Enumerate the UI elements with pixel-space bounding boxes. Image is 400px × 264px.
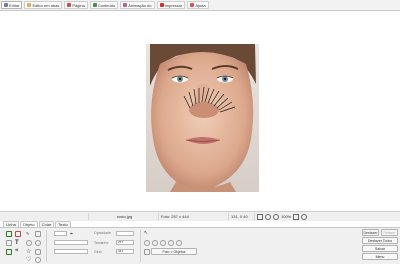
printer-icon xyxy=(159,3,164,7)
photo-to-object-button[interactable]: Foto > Objetos xyxy=(151,248,197,255)
zoom-out-icon[interactable] xyxy=(265,213,271,220)
size-value: 257 xyxy=(118,240,124,244)
octagon-shape-icon[interactable] xyxy=(35,257,41,263)
line-tool-icon[interactable] xyxy=(6,240,12,246)
tab-impressor[interactable]: Impressor xyxy=(156,1,186,9)
undo-button[interactable]: Desfazer xyxy=(362,229,379,236)
edit-icon xyxy=(4,3,8,7)
arrow-tool-icon[interactable] xyxy=(6,249,12,255)
color-picker[interactable] xyxy=(54,231,67,236)
flip-h-icon[interactable] xyxy=(160,240,166,246)
help-icon xyxy=(190,3,195,7)
tab-conteudo[interactable]: Conteúdo xyxy=(89,1,119,9)
tab-label: Impressor xyxy=(164,2,183,8)
heart-shape-icon[interactable]: ♡ xyxy=(26,257,32,263)
zoom-page-icon[interactable] xyxy=(301,213,308,220)
rotate-right-icon[interactable] xyxy=(152,240,158,246)
eyedropper-icon[interactable]: ✒ xyxy=(70,231,76,237)
zoom-controls: 100% xyxy=(254,213,328,220)
zoom-fit-icon[interactable] xyxy=(257,213,263,220)
rotation-input[interactable]: 444 xyxy=(116,249,134,254)
rotation-value: 444 xyxy=(118,249,124,253)
rotate-left-icon[interactable] xyxy=(144,240,150,246)
rectangle-tool-icon[interactable] xyxy=(6,231,12,237)
zoom-in-icon[interactable] xyxy=(273,213,279,220)
select-cursor-icon[interactable]: ↖ xyxy=(144,231,150,237)
face-photo[interactable] xyxy=(146,44,259,192)
tab-editar[interactable]: Editar xyxy=(1,1,23,9)
redo-button[interactable]: Refazer xyxy=(381,229,398,236)
size-label: Tamanho xyxy=(94,241,109,245)
coords-text: 131, 0 40 xyxy=(231,214,248,219)
square-shape-icon[interactable] xyxy=(35,231,41,237)
fill-style-select[interactable] xyxy=(54,249,88,254)
rounded-rect-icon[interactable] xyxy=(35,249,41,255)
line-style-select[interactable] xyxy=(54,240,88,245)
status-photo-size: Foto: 257 x 444 xyxy=(158,213,228,220)
undo-all-button[interactable]: Desfazer Todos xyxy=(362,237,398,244)
zoom-actual-icon[interactable] xyxy=(293,213,300,220)
layer-up-icon[interactable] xyxy=(144,249,150,255)
save-button[interactable]: Salvar xyxy=(362,245,398,252)
tab-label: Editar xyxy=(9,2,20,8)
pencil-tool-icon[interactable]: ✎ xyxy=(26,231,32,237)
menu-button[interactable]: Menu xyxy=(362,253,398,260)
tab-label: Conteúdo xyxy=(97,2,116,8)
quote-tool-icon[interactable]: ❝ xyxy=(15,249,21,255)
rotation-label: Girar xyxy=(94,250,102,254)
align-icon[interactable] xyxy=(176,240,182,246)
top-toolbar: Editar Editor em abas Página Conteúdo An… xyxy=(0,0,400,11)
page-icon xyxy=(67,3,72,7)
tab-pagina[interactable]: Página xyxy=(64,1,88,9)
status-filename: rosto.jpg xyxy=(88,213,158,220)
animation-icon xyxy=(123,3,128,7)
panel-divider xyxy=(140,230,141,262)
tab-label: Página xyxy=(72,2,85,8)
circle-shape-icon[interactable] xyxy=(26,240,32,246)
opacity-label: Opacidade xyxy=(94,231,111,235)
status-coords: 131, 0 40 xyxy=(228,213,254,220)
zoom-level: 100% xyxy=(281,214,292,219)
tab-label: Ajuda xyxy=(195,2,206,8)
grid-tool-icon[interactable] xyxy=(15,231,21,237)
filename-text: rosto.jpg xyxy=(116,214,133,219)
editor-canvas[interactable] xyxy=(0,11,400,211)
tab-label: Animação do xyxy=(128,2,152,8)
content-icon xyxy=(92,3,97,7)
ellipse-shape-icon[interactable] xyxy=(35,240,41,246)
object-panel: T ❝ ✎ ☆ ♡ ✒ Opacidade Tamanho 257 Girar … xyxy=(0,227,400,264)
panel-divider xyxy=(46,230,47,262)
opacity-slider[interactable] xyxy=(116,231,134,236)
status-bar: rosto.jpg Foto: 257 x 444 131, 0 40 100% xyxy=(0,211,400,221)
tab-animacao[interactable]: Animação do xyxy=(120,1,155,9)
text-tool-icon[interactable]: T xyxy=(15,240,21,246)
photo-size-text: Foto: 257 x 444 xyxy=(161,214,189,219)
flip-v-icon[interactable] xyxy=(168,240,174,246)
size-input[interactable]: 257 xyxy=(116,240,134,245)
tab-ajuda[interactable]: Ajuda xyxy=(187,1,209,9)
star-shape-icon[interactable]: ☆ xyxy=(26,249,32,255)
folder-icon xyxy=(27,3,32,7)
tab-label: Editor em abas xyxy=(32,2,60,8)
tab-editor-abas[interactable]: Editor em abas xyxy=(24,1,63,9)
